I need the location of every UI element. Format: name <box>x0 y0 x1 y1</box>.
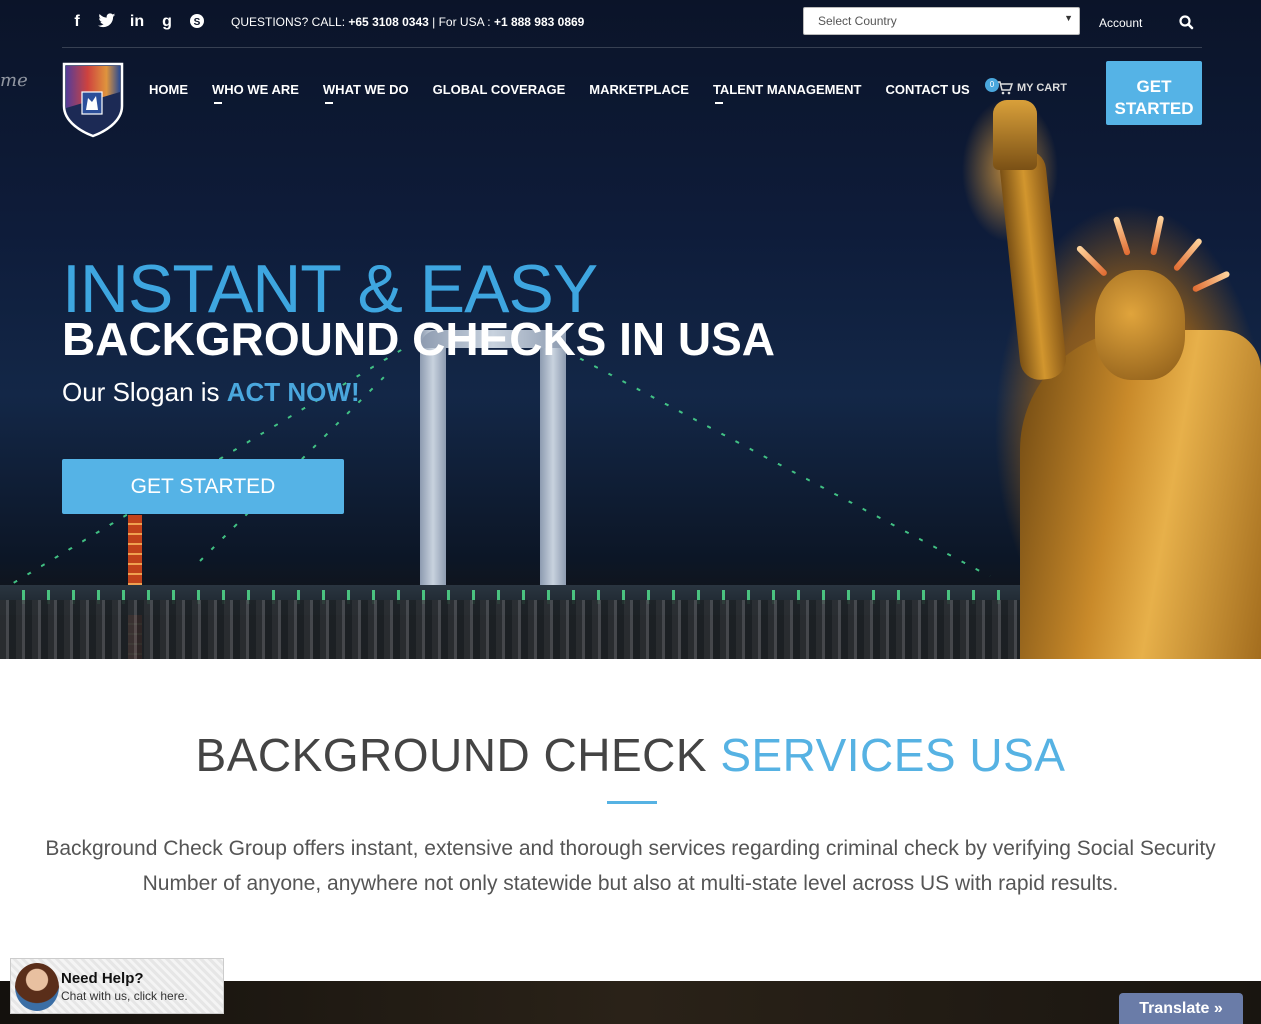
contact-mid: | For USA : <box>428 15 494 29</box>
account-link[interactable]: Account <box>1099 16 1142 30</box>
skype-icon[interactable]: S <box>188 13 206 34</box>
avatar <box>15 963 59 1011</box>
section-title: BACKGROUND CHECK SERVICES USA <box>0 728 1261 782</box>
hero-slogan: Our Slogan is ACT NOW! <box>62 377 360 408</box>
statue-head <box>1095 270 1185 380</box>
svg-text:S: S <box>194 17 201 28</box>
country-select[interactable]: Select Country ▼ <box>803 7 1080 35</box>
google-plus-icon[interactable]: g <box>158 13 176 34</box>
section-title-main: BACKGROUND CHECK <box>195 729 721 781</box>
bridge-cable <box>565 350 991 578</box>
get-started-line1: GET <box>1136 77 1172 96</box>
facebook-icon[interactable]: f <box>68 13 86 34</box>
cart-icon <box>997 81 1014 100</box>
bridge-tower-left <box>420 330 446 600</box>
chat-widget[interactable]: Need Help? Chat with us, click here. <box>10 958 224 1014</box>
nav-who-we-are[interactable]: WHO WE ARE <box>212 82 299 104</box>
nav-talent-management[interactable]: TALENT MANAGEMENT <box>713 82 861 104</box>
contact-info: QUESTIONS? CALL: +65 3108 0343 | For USA… <box>231 15 584 29</box>
section-description: Background Check Group offers instant, e… <box>45 837 1216 895</box>
chevron-down-icon: ▼ <box>1064 13 1073 23</box>
statue-arm <box>998 148 1068 382</box>
cart-label: MY CART <box>1017 82 1067 94</box>
section-divider <box>607 801 657 804</box>
social-links: f in g S <box>68 13 206 34</box>
main-nav: HOME WHO WE ARE WHAT WE DO GLOBAL COVERA… <box>149 82 994 104</box>
crown-spike <box>1191 270 1231 293</box>
statue-torch <box>993 100 1037 170</box>
site-logo[interactable] <box>62 62 124 138</box>
nav-what-we-do[interactable]: WHAT WE DO <box>323 82 409 104</box>
get-started-header-button[interactable]: GET STARTED <box>1106 61 1202 125</box>
get-started-line2: STARTED <box>1114 99 1194 118</box>
slogan-prefix: Our Slogan is <box>62 377 227 407</box>
crown-spike <box>1172 237 1204 272</box>
hero-get-started-button[interactable]: GET STARTED <box>62 459 344 514</box>
search-icon[interactable] <box>1174 10 1200 36</box>
chat-title: Need Help? <box>61 970 144 987</box>
contact-phone[interactable]: +65 3108 0343 <box>348 15 428 29</box>
slogan-accent: ACT NOW! <box>226 377 360 407</box>
top-bar: f in g S QUESTIONS? CALL: +65 3108 0343 … <box>62 0 1202 48</box>
partial-logo-text: me <box>0 70 28 91</box>
cart-link[interactable]: 0 MY CART <box>985 78 1075 100</box>
contact-prefix: QUESTIONS? CALL: <box>231 15 349 29</box>
contact-usa-phone[interactable]: +1 888 983 0869 <box>494 15 584 29</box>
country-select-value: Select Country <box>818 14 897 28</box>
nav-marketplace[interactable]: MARKETPLACE <box>589 82 689 97</box>
translate-button[interactable]: Translate » <box>1119 993 1243 1024</box>
twitter-icon[interactable] <box>98 13 116 34</box>
section-title-accent: SERVICES USA <box>720 729 1066 781</box>
crown-spike <box>1112 216 1131 256</box>
chat-subtitle: Chat with us, click here. <box>61 989 188 1003</box>
hero-headline-secondary: BACKGROUND CHECKS IN USA <box>62 313 776 365</box>
nav-home[interactable]: HOME <box>149 82 188 97</box>
nav-global-coverage[interactable]: GLOBAL COVERAGE <box>433 82 566 97</box>
nav-contact-us[interactable]: CONTACT US <box>885 82 969 97</box>
crown-spike <box>1075 244 1109 278</box>
bridge-tower-right <box>540 330 566 600</box>
crown-spike <box>1150 215 1165 256</box>
linkedin-icon[interactable]: in <box>128 13 146 34</box>
